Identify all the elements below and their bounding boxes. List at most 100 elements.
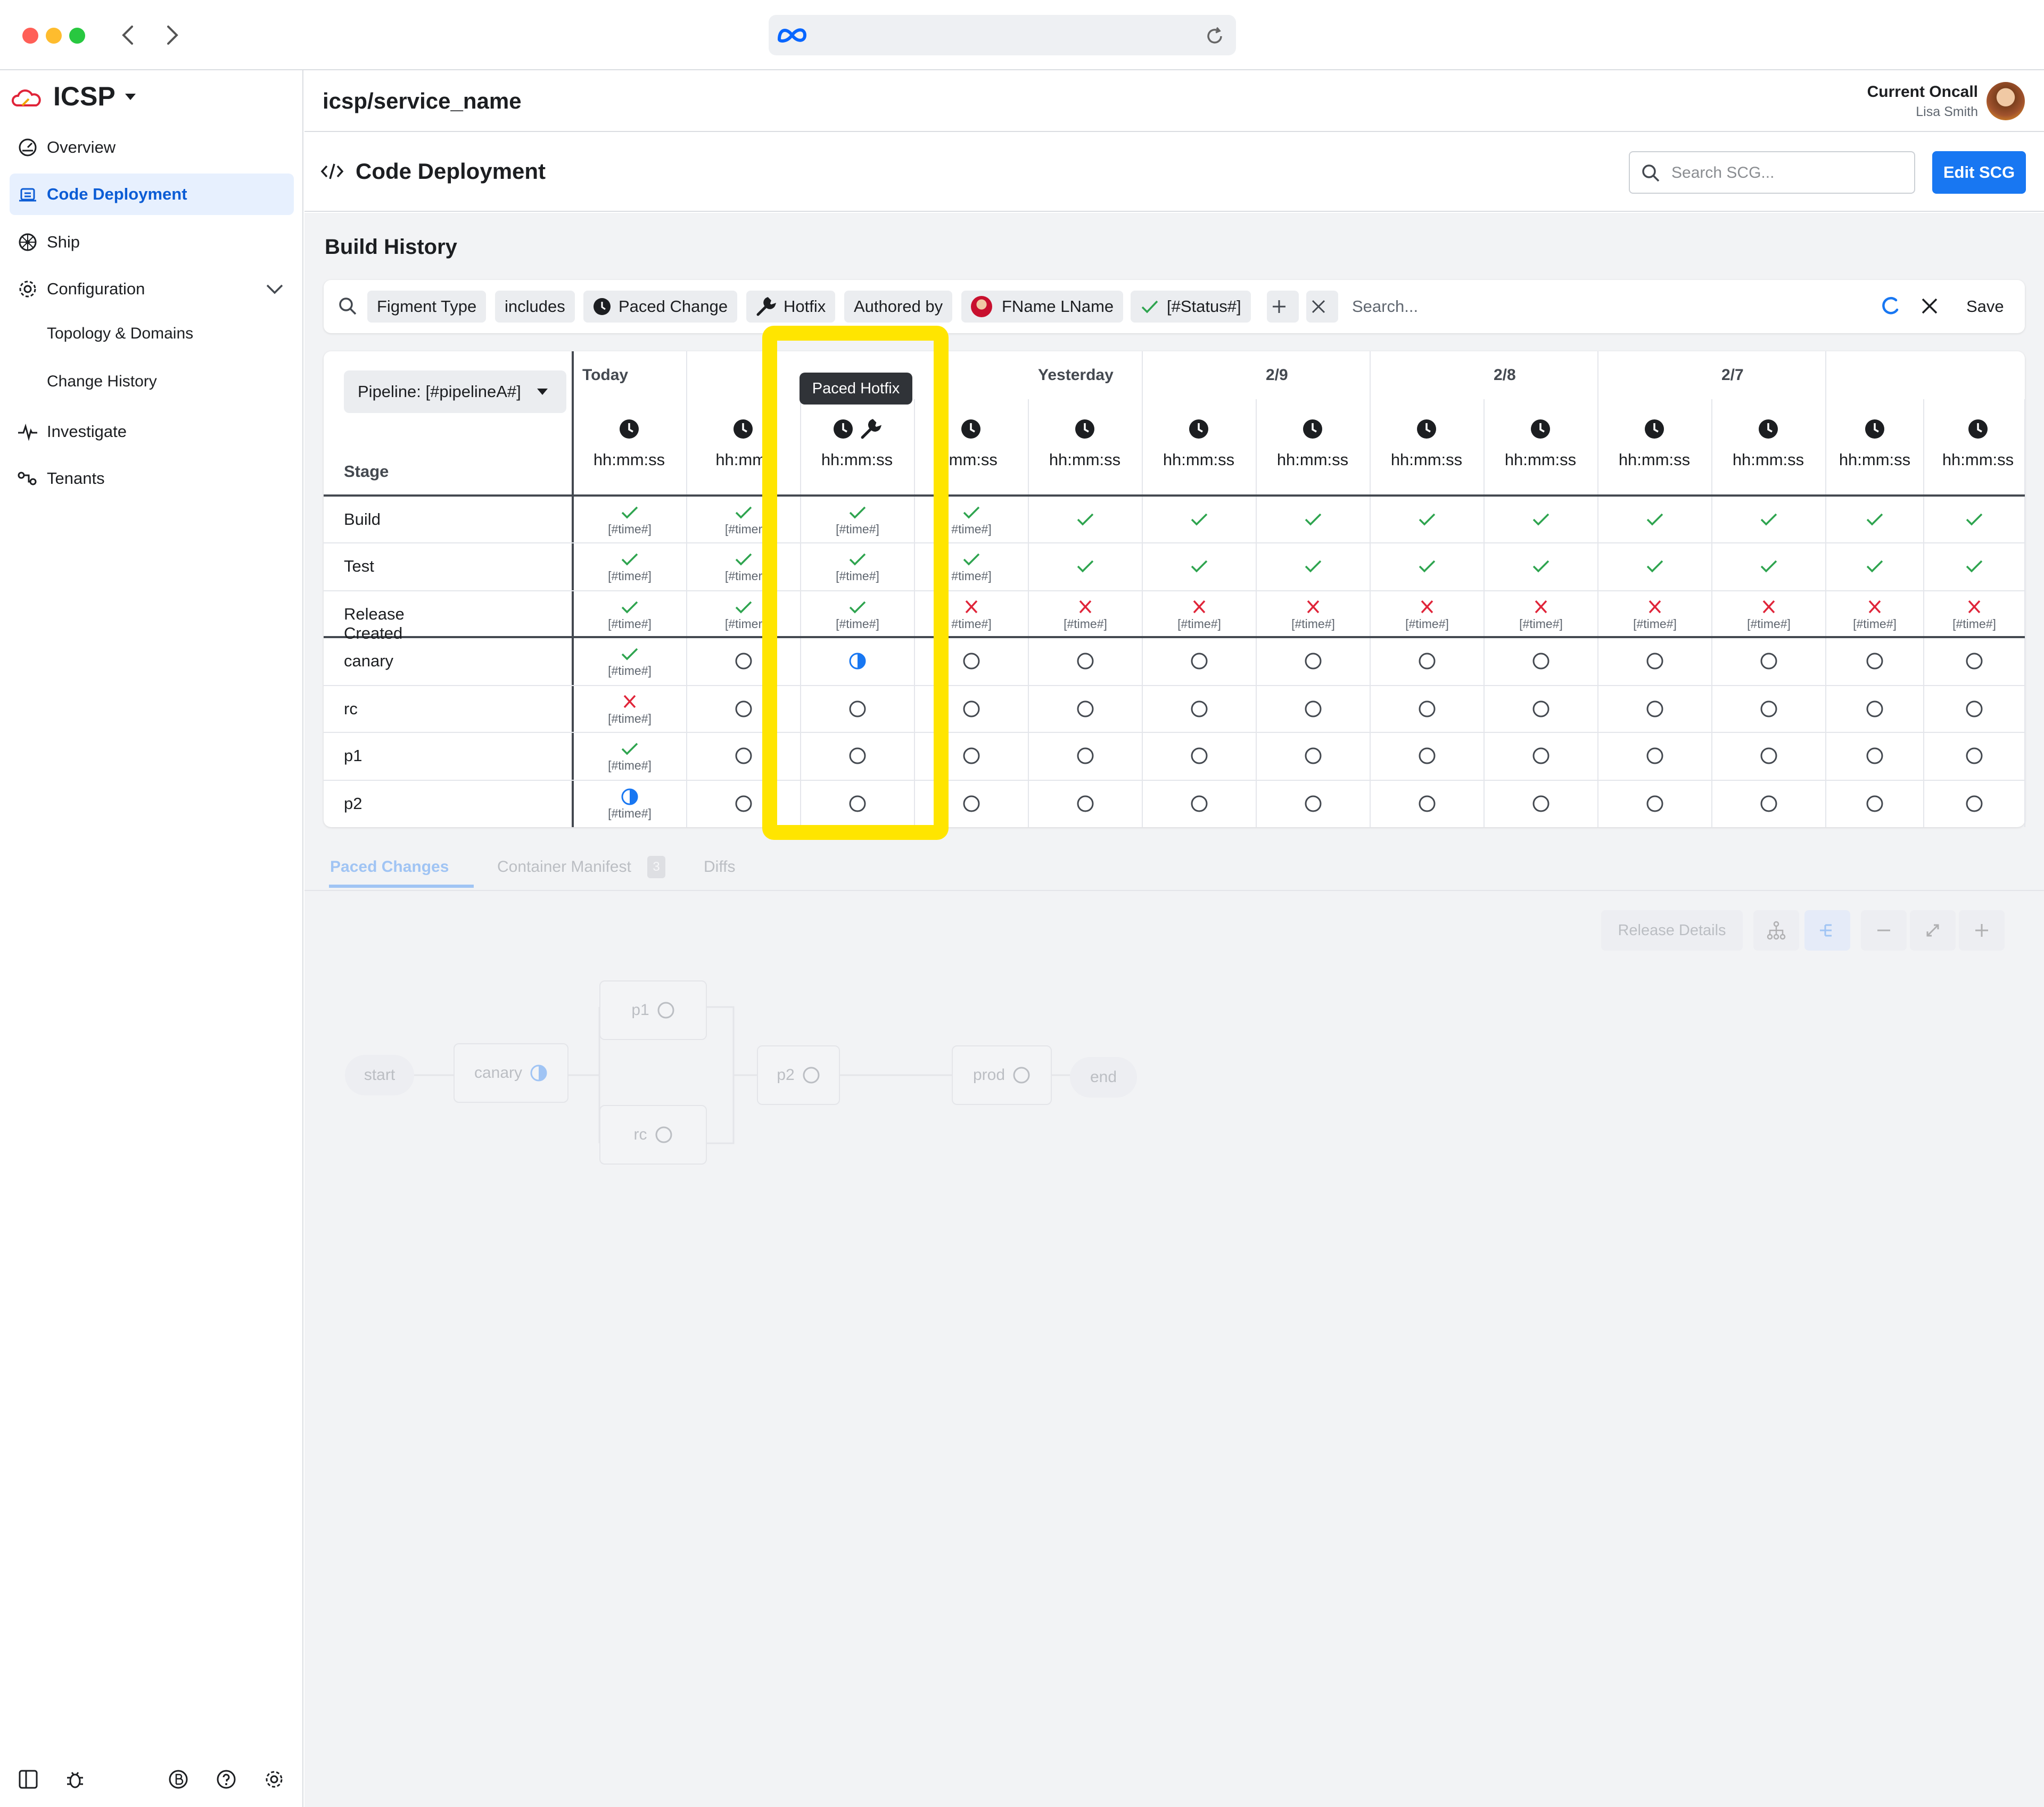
sidebar-item-code-deployment[interactable]: Code Deployment [10, 174, 294, 215]
status-cell[interactable] [1924, 732, 2025, 779]
tab-diffs[interactable]: Diffs [704, 858, 735, 876]
status-cell[interactable] [1256, 686, 1370, 732]
flow-node-prod[interactable]: prod [952, 1045, 1052, 1105]
status-cell[interactable] [1484, 496, 1598, 543]
status-cell[interactable]: [#time#] [1712, 591, 1826, 638]
status-cell[interactable] [914, 732, 1028, 779]
status-cell[interactable] [801, 732, 914, 779]
status-cell[interactable] [914, 780, 1028, 827]
status-cell[interactable] [1598, 638, 1712, 684]
status-cell[interactable]: [#timer [687, 496, 801, 543]
status-cell[interactable]: [#time#] [1370, 591, 1484, 638]
status-cell[interactable] [1826, 543, 1924, 590]
status-cell[interactable] [687, 732, 801, 779]
status-cell[interactable] [1598, 732, 1712, 779]
status-cell[interactable] [1028, 686, 1142, 732]
status-cell[interactable] [1826, 496, 1924, 543]
flow-node-rc[interactable]: rc [599, 1105, 707, 1165]
status-cell[interactable] [1826, 732, 1924, 779]
status-cell[interactable] [1370, 686, 1484, 732]
status-cell[interactable] [1028, 543, 1142, 590]
build-time-label[interactable]: hh:mm:ss [1482, 450, 1599, 469]
build-time-label[interactable]: hh:mm:ss [1710, 450, 1827, 469]
forward-icon[interactable] [163, 23, 182, 47]
status-cell[interactable]: [#time#] [573, 732, 687, 779]
status-cell[interactable] [1712, 543, 1826, 590]
build-time-label[interactable]: hh:mm:ss [1368, 450, 1485, 469]
flow-node-canary[interactable]: canary [454, 1043, 568, 1103]
status-cell[interactable]: #time#] [914, 591, 1028, 638]
status-cell[interactable]: [#time#] [1028, 591, 1142, 638]
status-cell[interactable] [1826, 686, 1924, 732]
filter-chip-authored-by[interactable]: Authored by [844, 291, 953, 323]
status-cell[interactable]: [#time#] [801, 591, 914, 638]
status-cell[interactable] [1028, 780, 1142, 827]
status-cell[interactable] [1484, 686, 1598, 732]
filter-chip-paced-change[interactable]: Paced Change [583, 291, 738, 323]
clear-chips-button[interactable] [1306, 291, 1338, 323]
status-cell[interactable] [1598, 780, 1712, 827]
sidebar-item-overview[interactable]: Overview [10, 127, 294, 168]
release-details-button[interactable]: Release Details [1601, 910, 1743, 951]
reload-icon[interactable] [1204, 26, 1225, 47]
status-cell[interactable] [1924, 686, 2025, 732]
build-time-label[interactable]: hh:mm:ss [1254, 450, 1371, 469]
filter-chip-status[interactable]: [#Status#] [1131, 291, 1251, 323]
build-time-label[interactable]: hh:mm:ss [1596, 450, 1713, 469]
status-cell[interactable] [914, 638, 1028, 684]
status-cell[interactable] [801, 780, 914, 827]
status-cell[interactable]: [#time#] [1484, 591, 1598, 638]
search-scg-input[interactable]: Search SCG... [1629, 151, 1915, 194]
status-cell[interactable] [1142, 686, 1256, 732]
flow-node-p1[interactable]: p1 [599, 980, 707, 1040]
sidebar-item-ship[interactable]: Ship [10, 221, 294, 263]
status-cell[interactable] [1712, 686, 1826, 732]
status-cell[interactable] [1370, 496, 1484, 543]
status-cell[interactable] [1712, 732, 1826, 779]
sidebar-item-investigate[interactable]: Investigate [10, 411, 294, 452]
filter-chip-hotfix[interactable]: Hotfix [746, 291, 836, 323]
sidebar-item-configuration[interactable]: Configuration [10, 268, 294, 310]
status-cell[interactable] [801, 686, 914, 732]
maximize-window-button[interactable] [69, 28, 85, 44]
filter-search-input[interactable]: Search... [1352, 297, 1418, 316]
tab-paced-changes[interactable]: Paced Changes [330, 858, 449, 876]
caret-down-icon[interactable] [123, 92, 137, 102]
status-cell[interactable]: [#timer [687, 543, 801, 590]
zoom-in-button[interactable] [1959, 910, 2005, 951]
status-cell[interactable]: [#time#] [573, 686, 687, 732]
sidebar-item-tenants[interactable]: Tenants [10, 458, 294, 499]
status-cell[interactable] [1484, 780, 1598, 827]
build-time-label[interactable]: hh:mm:ss [1140, 450, 1257, 469]
status-cell[interactable] [1142, 543, 1256, 590]
status-cell[interactable] [914, 686, 1028, 732]
oncall-name[interactable]: Lisa Smith [1916, 104, 1978, 120]
sidebar-item-topology-domains[interactable]: Topology & Domains [47, 325, 193, 343]
tab-container-manifest[interactable]: Container Manifest [497, 858, 631, 876]
clear-search-icon[interactable] [1921, 297, 1939, 315]
add-filter-button[interactable] [1267, 291, 1299, 323]
save-filter-button[interactable]: Save [1966, 297, 2004, 316]
build-time-label[interactable]: hh:mm:ss [1026, 450, 1143, 469]
status-cell[interactable] [1256, 543, 1370, 590]
build-time-label[interactable]: hh:mm:ss [798, 450, 916, 469]
status-cell[interactable] [1484, 732, 1598, 779]
status-cell[interactable] [1484, 638, 1598, 684]
status-cell[interactable] [1256, 496, 1370, 543]
status-cell[interactable]: [#time#] [573, 638, 687, 684]
minimize-window-button[interactable] [46, 28, 62, 44]
status-cell[interactable]: [#time#] [1826, 591, 1924, 638]
pipeline-select[interactable]: Pipeline: [#pipelineA#] [344, 370, 566, 413]
status-cell[interactable] [1028, 496, 1142, 543]
status-cell[interactable]: [#time#] [801, 496, 914, 543]
edit-scg-button[interactable]: Edit SCG [1932, 151, 2026, 194]
status-cell[interactable] [1598, 496, 1712, 543]
build-time-label[interactable]: hh:mm: [685, 450, 802, 469]
status-cell[interactable] [1924, 496, 2025, 543]
avatar[interactable] [1987, 82, 2025, 120]
flow-node-start[interactable]: start [345, 1055, 414, 1095]
status-cell[interactable] [1142, 496, 1256, 543]
status-cell[interactable] [1924, 638, 2025, 684]
panel-toggle-icon[interactable] [18, 1769, 38, 1789]
status-cell[interactable]: [#timer [687, 591, 801, 638]
